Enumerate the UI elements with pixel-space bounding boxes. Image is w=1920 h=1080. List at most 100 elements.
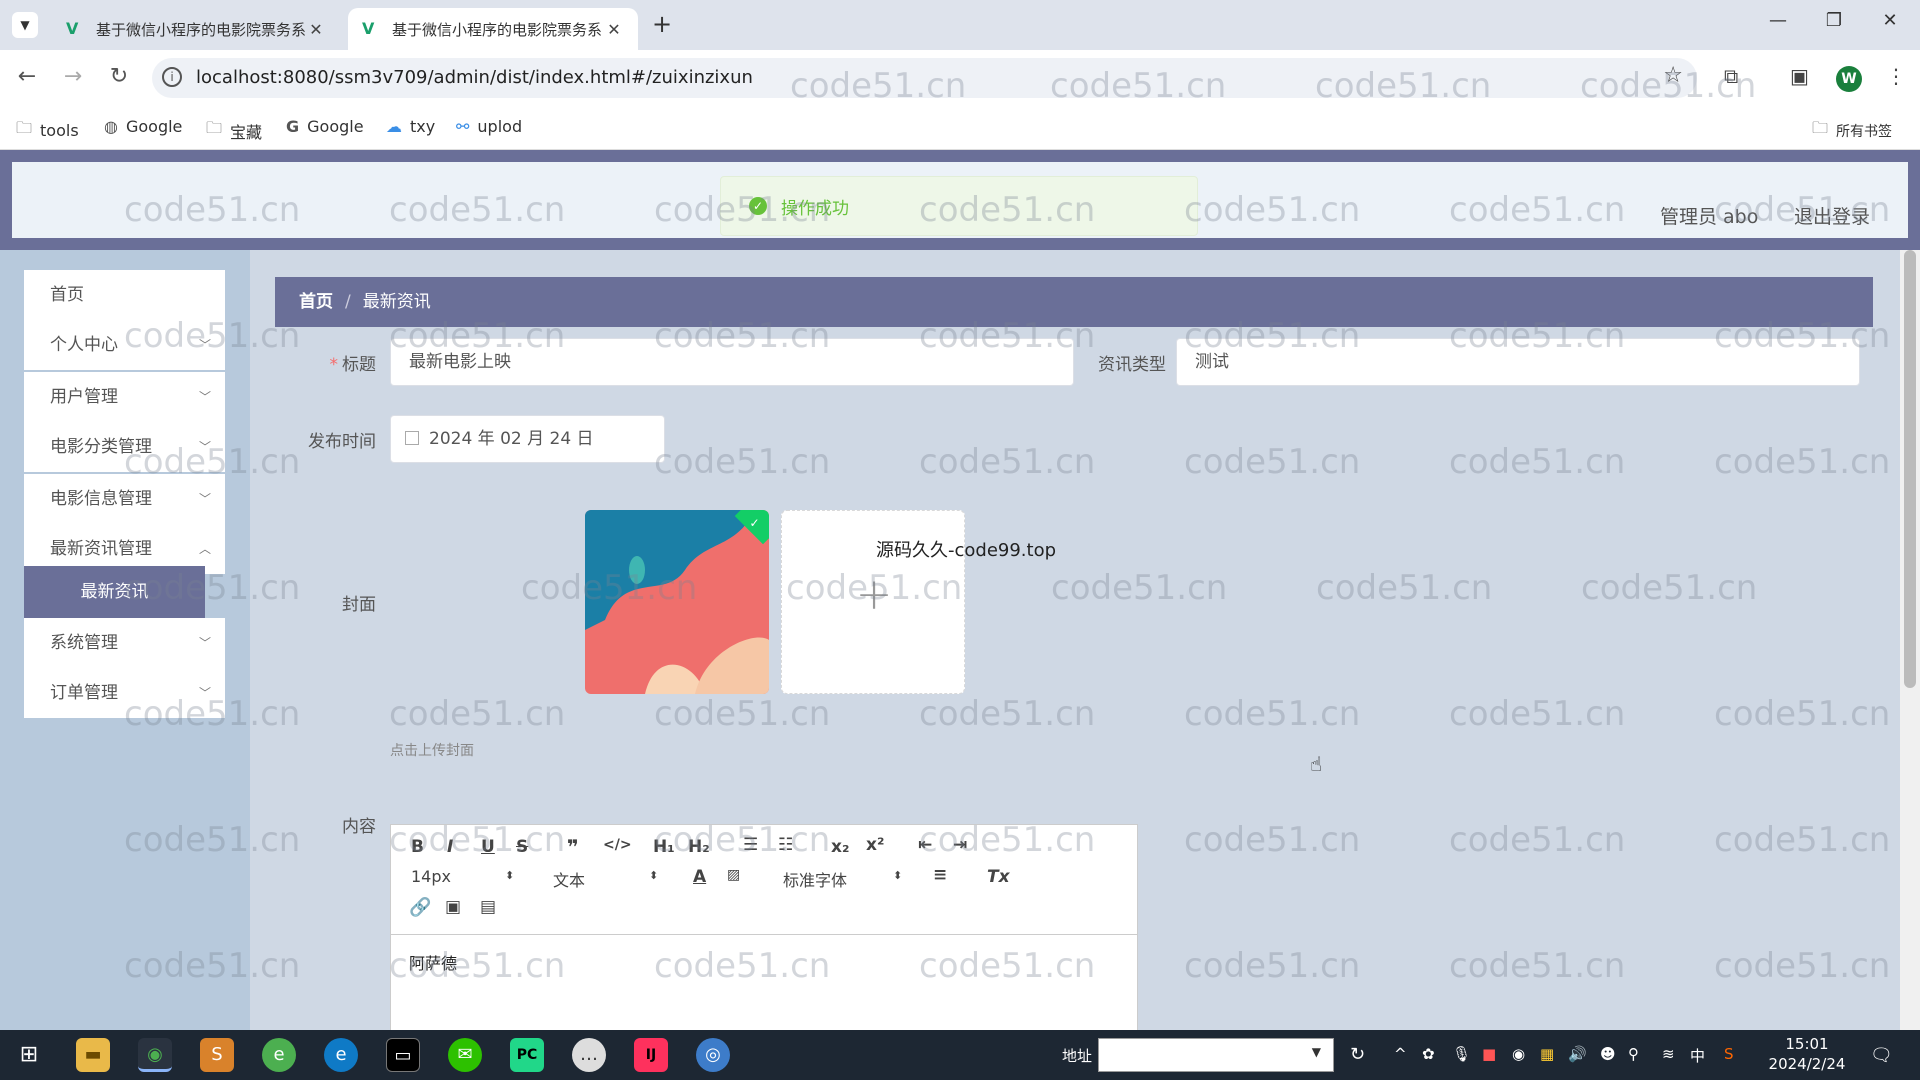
sublime-text-icon[interactable]: S <box>200 1038 234 1072</box>
bookmark-item[interactable]: ☁ txy <box>386 117 435 136</box>
taskbar-refresh-icon[interactable]: ↻ <box>1350 1044 1365 1065</box>
check-icon: ✓ <box>749 516 760 531</box>
code-block-icon[interactable]: </> <box>603 837 632 853</box>
font-size-select[interactable]: 14px ⬍ <box>411 867 514 886</box>
link-icon[interactable]: 🔗 <box>409 897 431 918</box>
reload-icon[interactable]: ↻ <box>104 64 134 89</box>
chrome-icon[interactable]: ◉ <box>138 1038 172 1072</box>
bullet-list-icon[interactable]: ☷ <box>778 835 793 855</box>
tray-app-icon[interactable]: ✿ <box>1422 1045 1435 1063</box>
intellij-icon[interactable]: IJ <box>634 1038 668 1072</box>
content-label: 内容 <box>342 817 376 837</box>
sidebar-item-movie-info[interactable]: 电影信息管理 ﹀ <box>24 474 225 524</box>
bookmark-item[interactable]: ⚯ uplod <box>456 117 522 136</box>
profile-avatar[interactable]: W <box>1836 66 1862 92</box>
superscript-icon[interactable]: x² <box>866 835 884 855</box>
bookmark-star-icon[interactable]: ☆ <box>1663 63 1683 88</box>
browser-app-icon[interactable]: e <box>262 1038 296 1072</box>
url-bar[interactable]: i localhost:8080/ssm3v709/admin/dist/ind… <box>152 58 1697 98</box>
tray-app-icon[interactable]: ■ <box>1482 1045 1496 1063</box>
publish-date-picker[interactable]: 2024 年 02 月 24 日 <box>390 415 665 463</box>
wifi-icon[interactable]: ≋ <box>1662 1045 1675 1063</box>
scrollbar-thumb[interactable] <box>1904 250 1916 688</box>
heading-2-icon[interactable]: H₂ <box>688 837 710 857</box>
edge-icon[interactable]: e <box>324 1038 358 1072</box>
editor-content[interactable]: 阿萨德 <box>409 950 457 974</box>
sidebar-item-movie-category[interactable]: 电影分类管理 ﹀ <box>24 422 225 472</box>
site-info-icon[interactable]: i <box>162 67 182 87</box>
tray-app-icon[interactable]: ◉ <box>1512 1045 1525 1063</box>
bold-icon[interactable]: B <box>411 837 424 857</box>
tab-list-button[interactable]: ▼ <box>12 12 38 38</box>
sogou-ime-icon[interactable]: S <box>1724 1045 1734 1063</box>
page-scrollbar[interactable] <box>1900 250 1920 1030</box>
network-icon[interactable]: ⚲ <box>1628 1045 1639 1063</box>
cover-image-thumbnail[interactable]: ✓ <box>585 510 769 694</box>
pycharm-icon[interactable]: PC <box>510 1038 544 1072</box>
sidebar-item-home[interactable]: 首页 <box>24 270 225 320</box>
breadcrumb-home[interactable]: 首页 <box>299 292 333 312</box>
tray-app-icon[interactable]: ☻ <box>1600 1045 1616 1063</box>
forward-icon[interactable]: → <box>58 64 88 89</box>
clear-format-icon[interactable]: Tx <box>987 867 1010 887</box>
rich-text-editor: B I U S ❞ </> H₁ H₂ ☰ ☷ x₂ x² ⇤ ⇥ 14px ⬍ … <box>390 824 1138 1030</box>
sidebar-item-users[interactable]: 用户管理 ﹀ <box>24 372 225 422</box>
sidebar-subitem-news[interactable]: 最新资讯 <box>24 566 205 618</box>
tray-app-icon[interactable]: ▦ <box>1540 1045 1554 1063</box>
image-icon[interactable]: ▣ <box>445 897 461 917</box>
subscript-icon[interactable]: x₂ <box>831 837 849 857</box>
indent-icon[interactable]: ⇥ <box>953 835 967 855</box>
font-family-select[interactable]: 标准字体 ⬍ <box>783 867 903 891</box>
notifications-icon[interactable]: 🗨 <box>1870 1045 1893 1066</box>
news-type-input[interactable]: 测试 <box>1176 338 1860 386</box>
close-window-icon[interactable]: ✕ <box>1870 10 1910 31</box>
strikethrough-icon[interactable]: S <box>516 837 528 857</box>
volume-icon[interactable]: 🔊 <box>1568 1045 1587 1063</box>
taskbar-clock[interactable]: 15:01 2024/2/24 <box>1764 1034 1850 1074</box>
terminal-icon[interactable]: ▭ <box>386 1038 420 1072</box>
browser-tab[interactable]: V 基于微信小程序的电影院票务系 ✕ <box>52 8 340 50</box>
minimize-icon[interactable]: — <box>1758 10 1798 31</box>
video-icon[interactable]: ▤ <box>480 897 496 917</box>
bookmark-item[interactable]: G Google <box>286 117 364 136</box>
microphone-icon[interactable]: 🎙 <box>1452 1045 1471 1063</box>
file-explorer-icon[interactable]: ▬ <box>76 1038 110 1072</box>
bookmark-item[interactable]: 🗀 tools <box>16 117 79 144</box>
sidebar-item-system[interactable]: 系统管理 ﹀ <box>24 618 225 668</box>
logout-link[interactable]: 退出登录 <box>1794 202 1870 229</box>
chat-app-icon[interactable]: … <box>572 1038 606 1072</box>
taskbar-address-input[interactable]: ▼ <box>1098 1038 1334 1072</box>
text-format-select[interactable]: 文本 ⬍ <box>553 867 663 891</box>
all-bookmarks[interactable]: 🗀 所有书签 <box>1812 117 1892 144</box>
sidebar-item-orders[interactable]: 订单管理 ﹀ <box>24 668 225 718</box>
windows-start-icon[interactable]: ⊞ <box>12 1038 46 1072</box>
align-icon[interactable]: ≡ <box>933 865 947 885</box>
outdent-icon[interactable]: ⇤ <box>918 835 932 855</box>
background-color-icon[interactable]: ▨ <box>727 867 740 883</box>
side-panel-icon[interactable]: ▣ <box>1790 64 1809 88</box>
underline-icon[interactable]: U <box>481 837 495 857</box>
ime-indicator[interactable]: 中 <box>1690 1045 1705 1066</box>
cover-image-art <box>585 510 769 694</box>
ordered-list-icon[interactable]: ☰ <box>743 835 758 855</box>
menu-kebab-icon[interactable]: ⋮ <box>1886 64 1906 88</box>
new-tab-button[interactable]: + <box>652 10 672 38</box>
font-color-icon[interactable]: A <box>693 867 706 887</box>
app-circle-icon[interactable]: ◎ <box>696 1038 730 1072</box>
browser-tab-active[interactable]: V 基于微信小程序的电影院票务系 ✕ <box>348 8 638 50</box>
restore-icon[interactable]: ❐ <box>1814 10 1854 31</box>
wechat-icon[interactable]: ✉ <box>448 1038 482 1072</box>
extensions-icon[interactable]: ⧉ <box>1724 64 1738 88</box>
sidebar-item-personal[interactable]: 个人中心 ﹀ <box>24 320 225 370</box>
close-tab-icon[interactable]: ✕ <box>306 20 326 39</box>
bookmark-item[interactable]: 🗀 宝藏 <box>206 117 262 144</box>
tray-overflow-icon[interactable]: ^ <box>1394 1045 1407 1063</box>
back-icon[interactable]: ← <box>12 64 42 89</box>
bookmark-item[interactable]: ◍ Google <box>104 117 182 136</box>
title-input[interactable]: 最新电影上映 <box>390 338 1074 386</box>
close-tab-icon[interactable]: ✕ <box>604 20 624 39</box>
italic-icon[interactable]: I <box>447 837 453 857</box>
folder-icon: 🗀 <box>16 118 33 137</box>
heading-1-icon[interactable]: H₁ <box>653 837 675 857</box>
blockquote-icon[interactable]: ❞ <box>567 835 579 859</box>
